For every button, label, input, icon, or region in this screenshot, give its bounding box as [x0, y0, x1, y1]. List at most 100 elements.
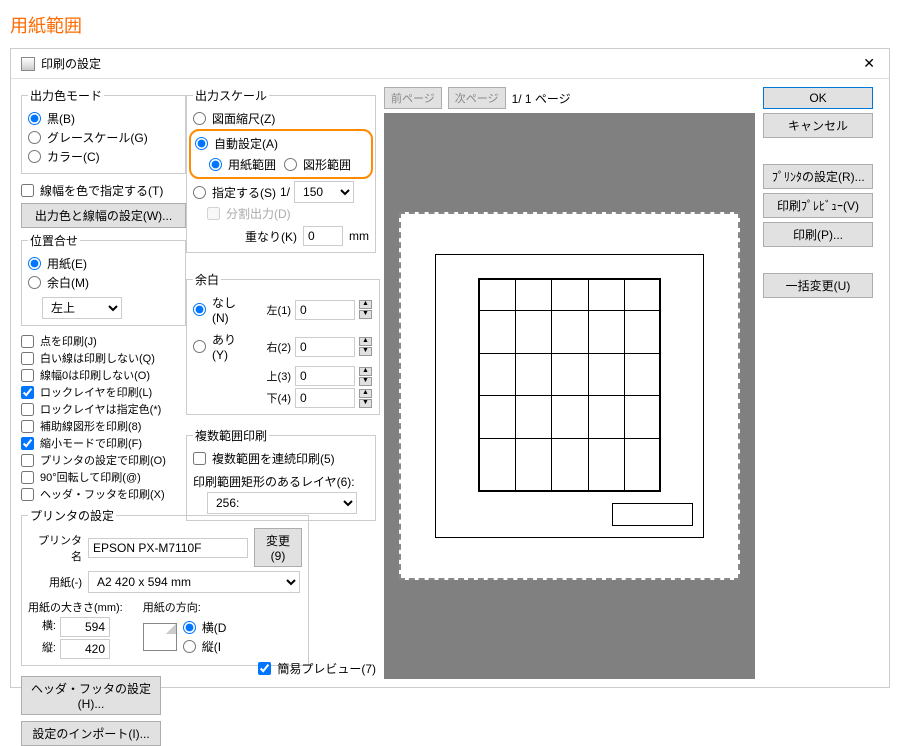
output-color-group: 出力色モード 黒(B) グレースケール(G) カラー(C) [21, 87, 186, 174]
print-button[interactable]: 印刷(P)... [763, 222, 873, 247]
checklist-item-label: ロックレイヤは指定色(*) [40, 401, 161, 417]
radio-paper-range[interactable]: 用紙範囲 [209, 156, 276, 173]
layer-label: 印刷範囲矩形のあるレイヤ(6): [193, 473, 369, 490]
output-scale-legend: 出力スケール [193, 87, 269, 104]
checklist-item-9[interactable]: ヘッダ・フッタを印刷(X) [21, 486, 186, 502]
margin-top-label: 上(3) [251, 368, 291, 384]
checkbox-linewidth-color[interactable]: 線幅を色で指定する(T) [21, 182, 186, 199]
margin-left-label: 左(1) [251, 302, 291, 318]
radio-black-label: 黒(B) [47, 110, 75, 127]
dialog-title: 印刷の設定 [41, 55, 101, 72]
checklist-item-label: 白い線は印刷しない(Q) [40, 350, 155, 366]
multirange-legend: 複数範囲印刷 [193, 427, 269, 444]
radio-margin-yes[interactable]: あり(Y) [193, 331, 247, 362]
checklist-item-label: ヘッダ・フッタを印刷(X) [40, 486, 165, 502]
scale-prefix: 1/ [280, 185, 290, 199]
radio-shape-range-label: 図形範囲 [303, 156, 351, 173]
color-linewidth-settings-button[interactable]: 出力色と線幅の設定(W)... [21, 203, 186, 228]
titlebar: 印刷の設定 ✕ [11, 49, 889, 79]
margin-right-field[interactable] [295, 337, 355, 357]
margin-bottom-field[interactable] [295, 388, 355, 408]
overlap-field[interactable] [303, 226, 343, 246]
printer-settings-button[interactable]: ﾌﾟﾘﾝﾀの設定(R)... [763, 164, 873, 189]
checklist-item-3[interactable]: ロックレイヤを印刷(L) [21, 384, 186, 400]
radio-black[interactable]: 黒(B) [28, 110, 179, 127]
paper-label: 用紙(-) [28, 574, 82, 590]
checklist-item-6[interactable]: 縮小モードで印刷(F) [21, 435, 186, 451]
anchor-select[interactable]: 左上 [42, 297, 122, 319]
import-settings-button[interactable]: 設定のインポート(I)... [21, 721, 161, 746]
printer-legend: プリンタの設定 [28, 507, 116, 524]
radio-margin-none[interactable]: なし(N) [193, 294, 247, 325]
batch-change-button[interactable]: 一括変更(U) [763, 273, 873, 298]
checkbox-continuous[interactable]: 複数範囲を連続印刷(5) [193, 450, 369, 467]
radio-specify-scale-label: 指定する(S) [212, 184, 276, 201]
overlap-label: 重なり(K) [245, 228, 297, 245]
checkbox-simple-preview-label: 簡易プレビュー(7) [277, 660, 376, 677]
radio-specify-scale[interactable]: 指定する(S) [193, 184, 276, 201]
radio-margin-yes-label: あり(Y) [212, 331, 247, 362]
checklist-item-label: 補助線図形を印刷(8) [40, 418, 141, 434]
checklist-item-1[interactable]: 白い線は印刷しない(Q) [21, 350, 186, 366]
checklist-item-8[interactable]: 90°回転して印刷(@) [21, 469, 186, 485]
checklist-item-label: 90°回転して印刷(@) [40, 469, 141, 485]
radio-paper-range-label: 用紙範囲 [228, 156, 276, 173]
radio-paper[interactable]: 用紙(E) [28, 255, 179, 272]
margin-right-spinner[interactable]: ▲▼ [359, 337, 373, 356]
checklist-item-0[interactable]: 点を印刷(J) [21, 333, 186, 349]
ok-button[interactable]: OK [763, 87, 873, 109]
app-icon [21, 57, 35, 71]
checklist-item-2[interactable]: 線幅0は印刷しない(O) [21, 367, 186, 383]
multirange-group: 複数範囲印刷 複数範囲を連続印刷(5) 印刷範囲矩形のあるレイヤ(6): 256… [186, 427, 376, 521]
checklist-item-label: プリンタの設定で印刷(O) [40, 452, 166, 468]
radio-auto-scale-label: 自動設定(A) [214, 135, 278, 152]
radio-grayscale[interactable]: グレースケール(G) [28, 129, 179, 146]
next-page-button[interactable]: 次ページ [448, 87, 506, 109]
checkbox-split-output[interactable]: 分割出力(D) [207, 205, 369, 222]
overlap-unit: mm [349, 229, 369, 243]
header-footer-button[interactable]: ヘッダ・フッタの設定(H)... [21, 676, 161, 715]
page-indicator: 1/ 1 ページ [512, 90, 571, 107]
radio-shape-range[interactable]: 図形範囲 [284, 156, 351, 173]
checklist-item-label: 線幅0は印刷しない(O) [40, 367, 150, 383]
radio-color-label: カラー(C) [47, 148, 100, 165]
margin-group: 余白 なし(N) 左(1) ▲▼ あり(Y) 右(2) ▲▼ 上(3) ▲▼ 下… [186, 271, 380, 415]
paper-width-field[interactable] [60, 617, 110, 637]
checklist-item-label: 縮小モードで印刷(F) [40, 435, 142, 451]
checklist-item-5[interactable]: 補助線図形を印刷(8) [21, 418, 186, 434]
prev-page-button[interactable]: 前ページ [384, 87, 442, 109]
paper-height-field[interactable] [60, 639, 110, 659]
close-icon[interactable]: ✕ [859, 55, 879, 72]
print-preview-button[interactable]: 印刷ﾌﾟﾚﾋﾞｭｰ(V) [763, 193, 873, 218]
checklist-item-label: 点を印刷(J) [40, 333, 97, 349]
page-title: 用紙範囲 [0, 0, 900, 48]
orientation-icon [143, 623, 177, 651]
margin-top-field[interactable] [295, 366, 355, 386]
position-group: 位置合せ 用紙(E) 余白(M) 左上 [21, 232, 186, 326]
height-label: 縦: [28, 639, 56, 659]
print-settings-dialog: 印刷の設定 ✕ 出力色モード 黒(B) グレースケール(G) カラー(C) 線幅… [10, 48, 890, 688]
margin-left-field[interactable] [295, 300, 355, 320]
radio-drawing-scale[interactable]: 図面縮尺(Z) [193, 110, 369, 127]
checklist: 点を印刷(J)白い線は印刷しない(Q)線幅0は印刷しない(O)ロックレイヤを印刷… [21, 332, 186, 503]
radio-color[interactable]: カラー(C) [28, 148, 179, 165]
checkbox-simple-preview[interactable]: 簡易プレビュー(7) [186, 660, 376, 677]
margin-left-spinner[interactable]: ▲▼ [359, 300, 373, 319]
layer-select[interactable]: 256: [207, 492, 357, 514]
checklist-item-4[interactable]: ロックレイヤは指定色(*) [21, 401, 186, 417]
checklist-item-7[interactable]: プリンタの設定で印刷(O) [21, 452, 186, 468]
output-scale-group: 出力スケール 図面縮尺(Z) 自動設定(A) 用紙範囲 図形範囲 指定する(S)… [186, 87, 376, 253]
radio-auto-scale[interactable]: 自動設定(A) [195, 135, 367, 152]
preview-paper [399, 212, 740, 580]
margin-bottom-spinner[interactable]: ▲▼ [359, 389, 373, 408]
position-legend: 位置合せ [28, 232, 80, 249]
margin-bottom-label: 下(4) [251, 390, 291, 406]
cancel-button[interactable]: キャンセル [763, 113, 873, 138]
checkbox-split-output-label: 分割出力(D) [226, 205, 291, 222]
width-label: 横: [28, 617, 56, 637]
margin-top-spinner[interactable]: ▲▼ [359, 367, 373, 386]
radio-drawing-scale-label: 図面縮尺(Z) [212, 110, 275, 127]
scale-value-select[interactable]: 150 [294, 181, 354, 203]
preview-area [384, 113, 755, 679]
radio-margin[interactable]: 余白(M) [28, 274, 179, 291]
